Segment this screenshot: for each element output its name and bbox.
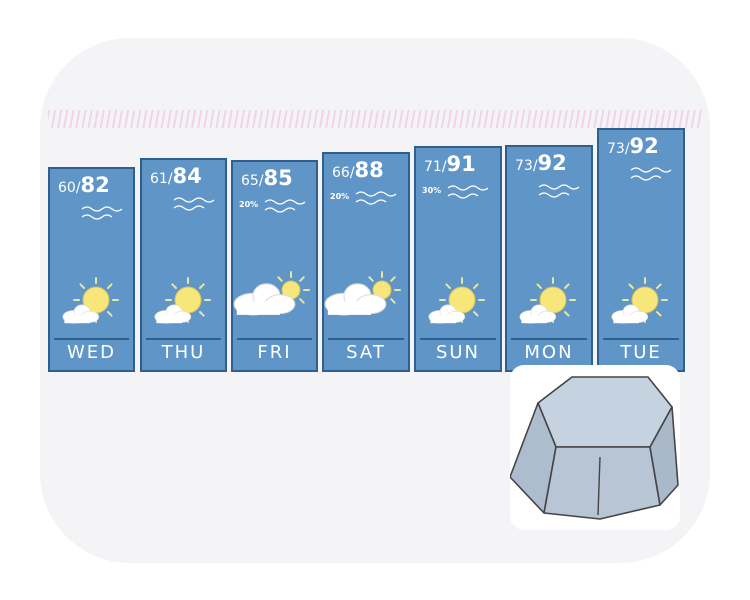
partly-sunny-icon (611, 277, 668, 324)
day-divider (237, 338, 312, 340)
temperature-range: 60/82 (58, 173, 110, 197)
day-divider (146, 338, 221, 340)
day-label: THU (161, 342, 206, 363)
day-label: SUN (435, 342, 481, 363)
temperature-range: 66/88 (332, 158, 384, 182)
low-temp: 61 (150, 171, 168, 187)
forecast-card-sat: 66/88 20% SAT (322, 152, 410, 372)
temperature-range: 71/91 (424, 152, 476, 176)
day-label: MON (524, 342, 574, 363)
partly-sunny-icon (62, 277, 119, 324)
high-temp: 82 (80, 173, 110, 197)
pink-scribble-band (48, 110, 703, 128)
high-temp: 84 (172, 164, 202, 188)
scribble-lines (447, 185, 489, 199)
temperature-range: 65/85 (241, 166, 293, 190)
day-divider (511, 338, 587, 340)
day-divider (603, 338, 679, 340)
low-temp: 73 (607, 141, 625, 157)
forecast-card-thu: 61/84 THU (140, 158, 227, 372)
scribble-lines (355, 191, 397, 205)
high-temp: 92 (537, 151, 567, 175)
scribble-lines (264, 199, 306, 213)
low-temp: 66 (332, 165, 350, 181)
day-label: TUE (620, 342, 662, 363)
temperature-range: 61/84 (150, 164, 202, 188)
scribble-lines (630, 167, 672, 181)
illustration: 60/82 WED 61/84 THU 65/85 20% FRI 66/88 20% (0, 0, 750, 600)
precip-chance: 20% (239, 200, 259, 209)
precip-chance: 30% (422, 186, 442, 195)
precip-chance: 20% (330, 192, 350, 201)
forecast-card-sun: 71/91 30% SUN (414, 146, 502, 372)
forecast-card-tue: 73/92 TUE (597, 128, 685, 372)
high-temp: 91 (446, 152, 476, 176)
day-divider (328, 338, 404, 340)
day-divider (420, 338, 496, 340)
day-divider (54, 338, 129, 340)
scribble-lines (538, 184, 580, 198)
day-label: FRI (257, 342, 292, 363)
high-temp: 85 (263, 166, 293, 190)
low-temp: 73 (515, 158, 533, 174)
partly-sunny-icon (519, 277, 576, 324)
partly-sunny-icon (154, 277, 211, 324)
cloudy-sun-icon (324, 271, 401, 316)
forecast-card-mon: 73/92 MON (505, 145, 593, 372)
low-temp: 60 (58, 180, 76, 196)
high-temp: 92 (629, 134, 659, 158)
keycap-icon (509, 376, 679, 520)
keycap-panel (509, 365, 680, 530)
temperature-range: 73/92 (515, 151, 567, 175)
forecast-card-fri: 65/85 20% FRI (231, 160, 318, 372)
scribble-lines (81, 206, 123, 220)
day-label: WED (66, 342, 117, 363)
day-label: SAT (346, 342, 386, 363)
low-temp: 71 (424, 159, 442, 175)
scribble-lines (173, 197, 215, 211)
low-temp: 65 (241, 173, 259, 189)
cloudy-sun-icon (233, 271, 310, 316)
forecast-card-wed: 60/82 WED (48, 167, 135, 372)
partly-sunny-icon (428, 277, 485, 324)
high-temp: 88 (354, 158, 384, 182)
temperature-range: 73/92 (607, 134, 659, 158)
